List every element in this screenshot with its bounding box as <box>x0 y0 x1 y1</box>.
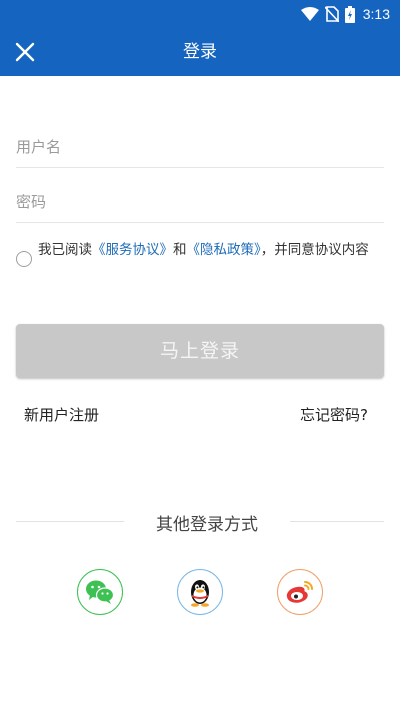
agreement-radio[interactable] <box>16 251 32 267</box>
wechat-icon <box>86 580 115 604</box>
password-input[interactable] <box>16 183 384 221</box>
username-input[interactable] <box>16 128 384 166</box>
agreement-suffix: ，并同意协议内容 <box>260 242 369 258</box>
qq-icon <box>191 580 209 607</box>
divider-left <box>16 521 124 522</box>
service-agreement-link[interactable]: 《服务协议》 <box>92 242 173 258</box>
weibo-icon <box>286 581 313 603</box>
agreement-text: 我已阅读《服务协议》和《隐私政策》，并同意协议内容 <box>38 240 369 260</box>
status-icons: 3:13 <box>300 4 390 24</box>
other-login-title: 其他登录方式 <box>156 515 258 535</box>
status-bar: 3:13 <box>0 0 400 28</box>
wechat-login-button[interactable] <box>77 569 123 615</box>
status-time: 3:13 <box>362 6 390 22</box>
register-link[interactable]: 新用户注册 <box>24 404 99 425</box>
no-sim-icon <box>324 6 339 22</box>
close-icon <box>15 42 35 62</box>
agreement-and: 和 <box>173 242 187 258</box>
privacy-policy-link[interactable]: 《隐私政策》 <box>187 242 261 258</box>
page-title: 登录 <box>183 42 217 62</box>
username-field-container <box>16 128 384 168</box>
login-button[interactable]: 马上登录 <box>16 324 384 378</box>
qq-login-button[interactable] <box>177 569 223 615</box>
divider-right <box>290 521 384 522</box>
close-button[interactable] <box>10 37 40 67</box>
app-bar: 登录 <box>0 28 400 76</box>
agreement-row: 我已阅读《服务协议》和《隐私政策》，并同意协议内容 <box>16 240 386 267</box>
forgot-password-link[interactable]: 忘记密码? <box>300 404 368 425</box>
wifi-icon <box>300 7 319 21</box>
agreement-prefix: 我已阅读 <box>38 242 92 258</box>
weibo-login-button[interactable] <box>277 569 323 615</box>
password-field-container <box>16 183 384 223</box>
battery-icon <box>344 5 355 23</box>
